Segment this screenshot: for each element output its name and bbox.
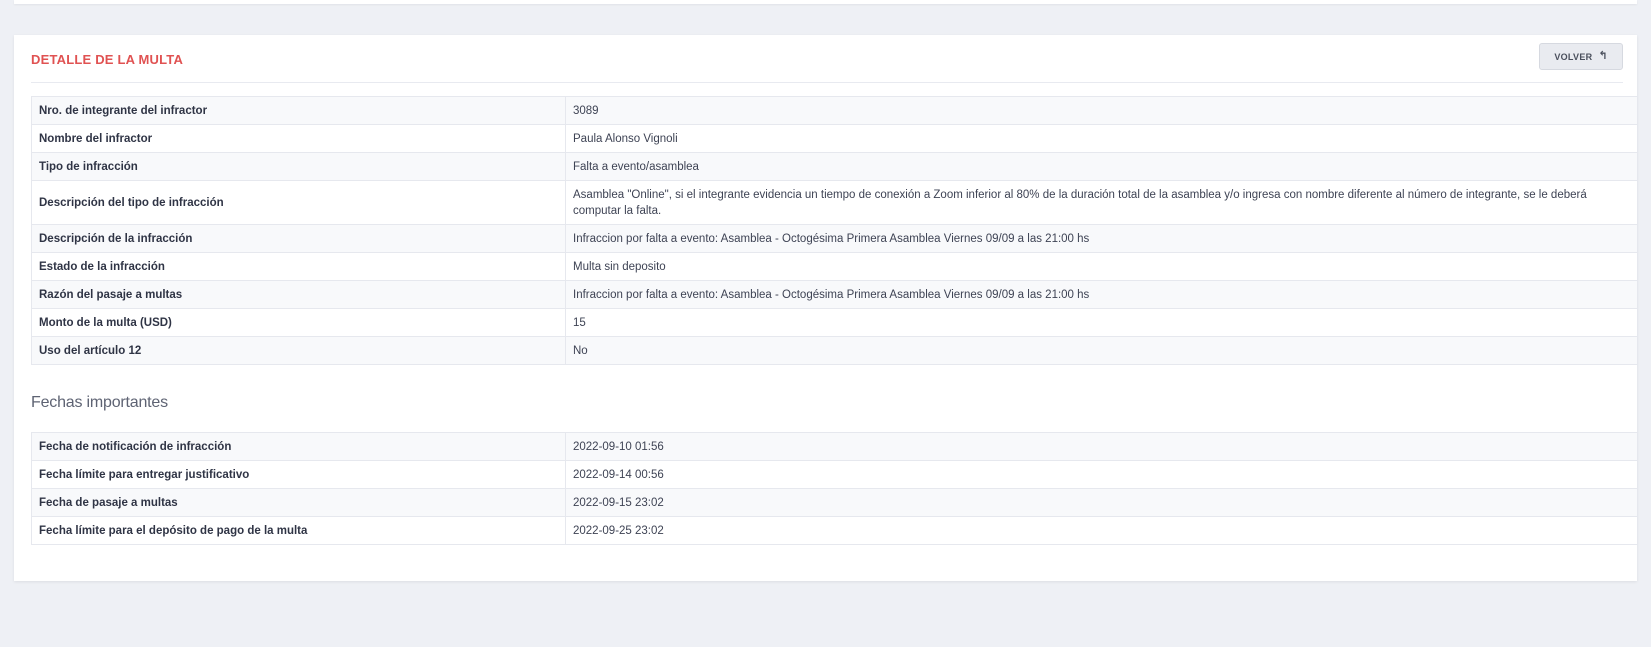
fine-detail-table: Nro. de integrante del infractor 3089 No… (31, 96, 1638, 365)
table-row: Fecha límite para entregar justificativo… (31, 460, 1638, 489)
table-row: Uso del artículo 12 No (31, 336, 1638, 365)
row-label: Fecha límite para el depósito de pago de… (31, 516, 566, 545)
row-label: Monto de la multa (USD) (31, 308, 566, 337)
top-card (14, 0, 1637, 4)
fine-detail-panel: DETALLE DE LA MULTA VOLVER ↰ Nro. de int… (14, 35, 1638, 581)
table-row: Fecha de pasaje a multas 2022-09-15 23:0… (31, 488, 1638, 517)
row-label: Estado de la infracción (31, 252, 566, 281)
row-value: 15 (565, 308, 1638, 337)
table-row: Tipo de infracción Falta a evento/asambl… (31, 152, 1638, 181)
row-label: Descripción de la infracción (31, 224, 566, 253)
row-label: Razón del pasaje a multas (31, 280, 566, 309)
table-row: Fecha de notificación de infracción 2022… (31, 432, 1638, 461)
table-row: Nombre del infractor Paula Alonso Vignol… (31, 124, 1638, 153)
section-title-dates: Fechas importantes (31, 394, 168, 411)
dates-table: Fecha de notificación de infracción 2022… (31, 432, 1638, 545)
row-value: Falta a evento/asamblea (565, 152, 1638, 181)
row-value: Asamblea "Online", si el integrante evid… (565, 180, 1638, 225)
table-row: Fecha límite para el depósito de pago de… (31, 516, 1638, 545)
row-value: Multa sin deposito (565, 252, 1638, 281)
row-value: 2022-09-15 23:02 (565, 488, 1638, 517)
table-row: Monto de la multa (USD) 15 (31, 308, 1638, 337)
row-label: Descripción del tipo de infracción (31, 180, 566, 225)
panel-title: DETALLE DE LA MULTA (31, 52, 184, 67)
table-row: Razón del pasaje a multas Infraccion por… (31, 280, 1638, 309)
row-label: Fecha límite para entregar justificativo (31, 460, 566, 489)
table-row: Descripción de la infracción Infraccion … (31, 224, 1638, 253)
row-value: 3089 (565, 96, 1638, 125)
row-value: Infraccion por falta a evento: Asamblea … (565, 224, 1638, 253)
table-row: Estado de la infracción Multa sin deposi… (31, 252, 1638, 281)
row-value: 2022-09-10 01:56 (565, 432, 1638, 461)
row-value: 2022-09-14 00:56 (565, 460, 1638, 489)
table-row: Nro. de integrante del infractor 3089 (31, 96, 1638, 125)
row-label: Nro. de integrante del infractor (31, 96, 566, 125)
table-row: Descripción del tipo de infracción Asamb… (31, 180, 1638, 225)
row-value: No (565, 336, 1638, 365)
back-button-label: VOLVER (1554, 51, 1593, 62)
row-value: Infraccion por falta a evento: Asamblea … (565, 280, 1638, 309)
row-value: 2022-09-25 23:02 (565, 516, 1638, 545)
row-value: Paula Alonso Vignoli (565, 124, 1638, 153)
row-label: Fecha de pasaje a multas (31, 488, 566, 517)
row-label: Nombre del infractor (31, 124, 566, 153)
row-label: Fecha de notificación de infracción (31, 432, 566, 461)
panel-header: DETALLE DE LA MULTA VOLVER ↰ (31, 35, 1623, 83)
row-label: Uso del artículo 12 (31, 336, 566, 365)
row-label: Tipo de infracción (31, 152, 566, 181)
reply-icon: ↰ (1598, 50, 1608, 62)
back-button[interactable]: VOLVER ↰ (1539, 43, 1623, 70)
